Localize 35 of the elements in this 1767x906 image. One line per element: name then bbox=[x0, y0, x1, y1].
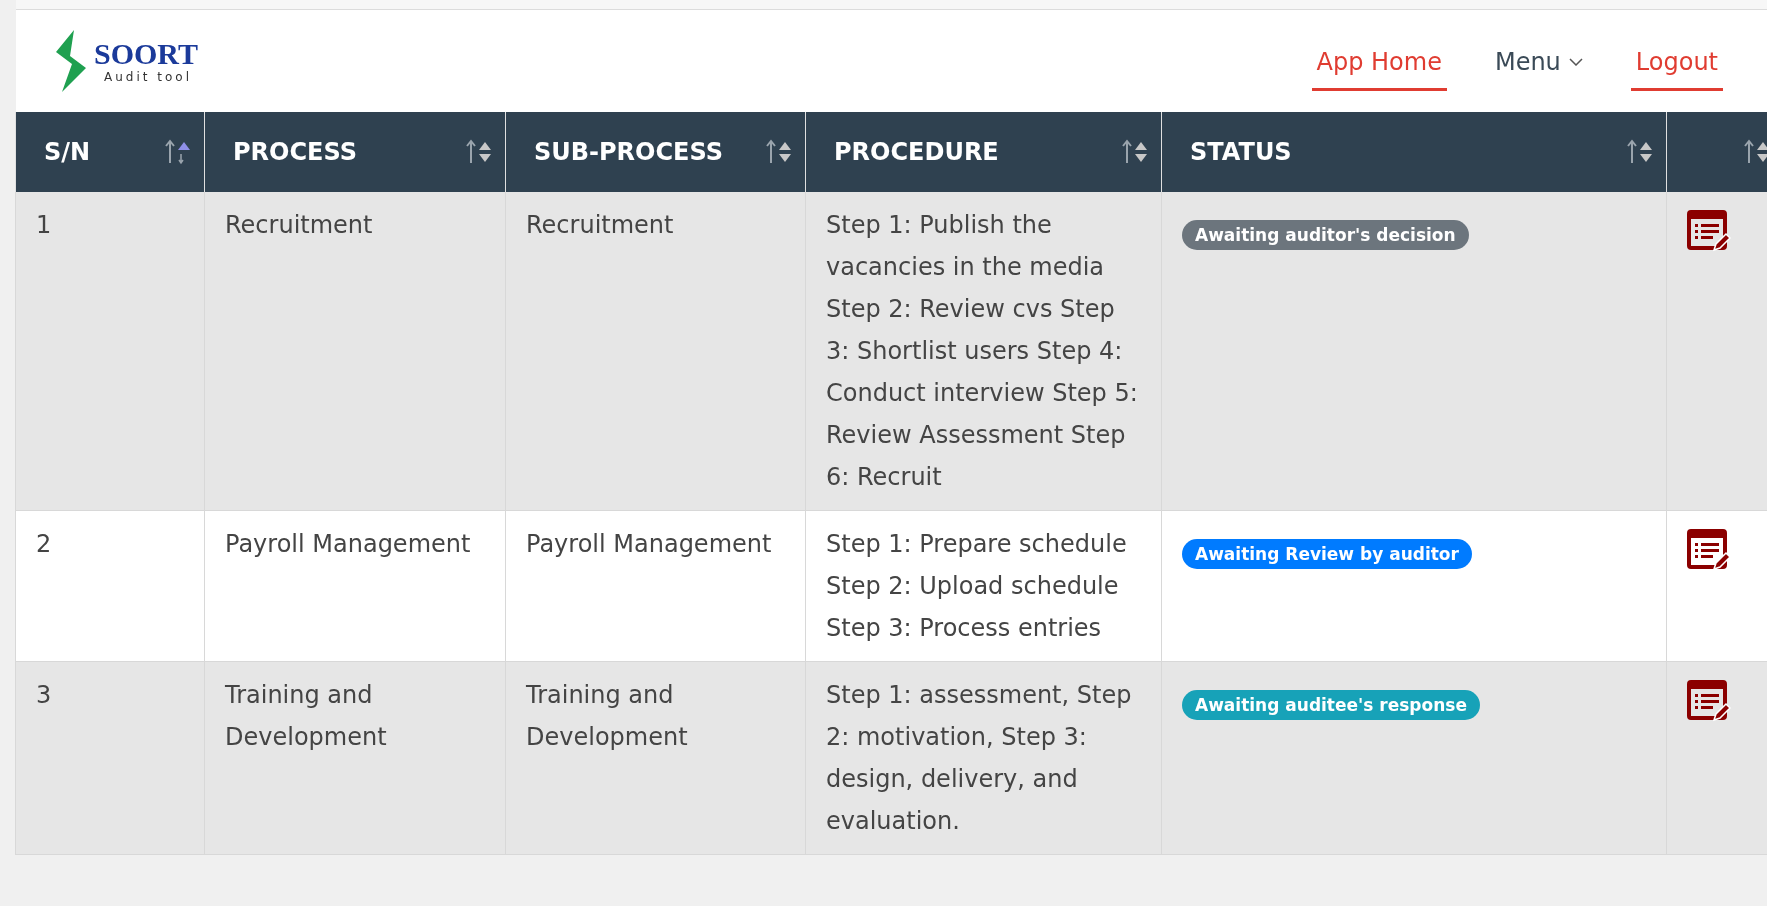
table-cell: Recruitment bbox=[526, 211, 674, 239]
column-header[interactable]: PROCEDURE bbox=[834, 134, 999, 170]
column-header[interactable]: S/N bbox=[44, 134, 91, 170]
logo-tagline: Audit tool bbox=[104, 71, 193, 83]
sort-icon[interactable] bbox=[465, 139, 493, 165]
table-cell: Training and Development bbox=[225, 681, 387, 751]
table-cell: 3 bbox=[36, 681, 52, 709]
menu-dropdown[interactable]: Menu bbox=[1494, 35, 1583, 91]
logo-name: SOORT bbox=[94, 39, 198, 69]
nav-link[interactable]: Logout bbox=[1630, 35, 1723, 91]
column-header[interactable]: STATUS bbox=[1190, 134, 1292, 170]
nav-link[interactable]: App Home bbox=[1311, 35, 1447, 91]
table-cell: 1 bbox=[36, 211, 52, 239]
table-cell: Step 1: assessment, Step 2: motivation, Step 3: design, delivery, and evaluation. bbox=[826, 681, 1132, 835]
sort-icon[interactable] bbox=[164, 139, 192, 165]
table-cell: Recruitment bbox=[225, 211, 373, 239]
edit-icon[interactable] bbox=[1687, 529, 1731, 573]
sort-icon[interactable] bbox=[1743, 139, 1767, 165]
table-cell: Training and Development bbox=[526, 681, 688, 751]
column-header[interactable]: SUB-PROCESS bbox=[534, 134, 723, 170]
table-cell: 2 bbox=[36, 530, 52, 558]
status-badge: Awaiting auditor's decision bbox=[1182, 220, 1469, 250]
sort-icon[interactable] bbox=[1121, 139, 1149, 165]
chevron-icon bbox=[1568, 57, 1583, 66]
sort-icon[interactable] bbox=[765, 139, 793, 165]
table-cell: Step 1: Publish the vacancies in the media Step 2: Review cvs Step 3: Shortlist users Step 4: Conduct interview Step 5: Review Assessment Step 6: Recruit bbox=[826, 211, 1138, 491]
table-cell: Payroll Management bbox=[225, 530, 471, 558]
edit-icon[interactable] bbox=[1687, 210, 1731, 254]
status-badge: Awaiting auditee's response bbox=[1182, 690, 1480, 720]
edit-icon[interactable] bbox=[1687, 680, 1731, 724]
column-header[interactable]: PROCESS bbox=[233, 134, 357, 170]
status-badge: Awaiting Review by auditor bbox=[1182, 539, 1472, 569]
table-cell: Step 1: Prepare schedule Step 2: Upload schedule Step 3: Process entries bbox=[826, 530, 1127, 642]
sort-icon[interactable] bbox=[1626, 139, 1654, 165]
table-cell: Payroll Management bbox=[526, 530, 772, 558]
